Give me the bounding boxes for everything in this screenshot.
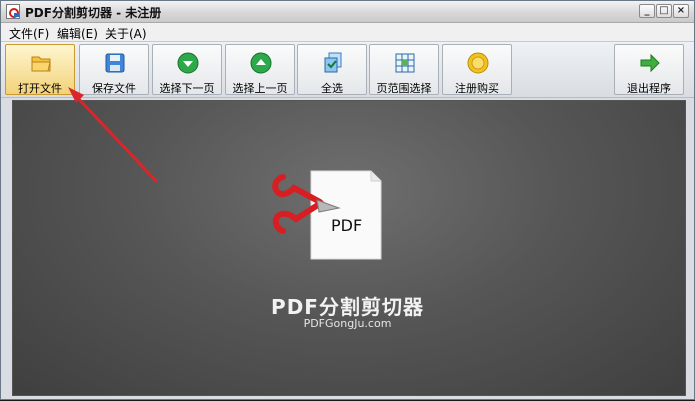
menu-about[interactable]: 关于(A) <box>105 25 147 42</box>
open-file-label: 打开文件 <box>18 82 62 95</box>
maximize-button[interactable]: □ <box>656 4 672 18</box>
arrow-down-circle-icon <box>177 52 199 74</box>
save-file-button[interactable]: 保存文件 <box>79 44 149 95</box>
coin-icon <box>467 52 489 74</box>
minimize-button[interactable]: _ <box>639 4 655 18</box>
next-page-label: 选择下一页 <box>159 82 215 95</box>
app-window: PDF分割剪切器 - 未注册 _ □ × 文件(F) 编辑(E) 关于(A) 打… <box>0 0 695 400</box>
toolbar: 打开文件 保存文件 选择下一页 选择上一页 全选 页范围选择 注册购买 退出程序 <box>1 42 694 98</box>
product-name: PDF分割剪切器 <box>271 295 424 319</box>
window-title: PDF分割剪切器 - 未注册 <box>25 6 162 20</box>
menu-file[interactable]: 文件(F) <box>9 25 49 42</box>
app-icon <box>6 4 20 19</box>
grid-icon <box>395 53 415 73</box>
floppy-icon <box>105 53 125 73</box>
previous-page-label: 选择上一页 <box>232 82 288 95</box>
select-all-label: 全选 <box>321 82 343 95</box>
menu-edit[interactable]: 编辑(E) <box>57 25 98 42</box>
exit-label: 退出程序 <box>627 82 671 95</box>
previous-page-button[interactable]: 选择上一页 <box>225 44 295 95</box>
scissors-pdf-logo: PDF <box>272 170 382 260</box>
page-range-label: 页范围选择 <box>376 82 432 95</box>
arrow-up-circle-icon <box>250 52 272 74</box>
close-button[interactable]: × <box>673 4 689 18</box>
logo-pdf-text: PDF <box>331 216 362 235</box>
select-all-button[interactable]: 全选 <box>297 44 367 95</box>
register-purchase-button[interactable]: 注册购买 <box>442 44 512 95</box>
title-bar[interactable]: PDF分割剪切器 - 未注册 _ □ × <box>1 1 694 23</box>
pages-icon <box>324 52 342 73</box>
menu-bar: 文件(F) 编辑(E) 关于(A) <box>1 23 694 42</box>
save-file-label: 保存文件 <box>92 82 136 95</box>
product-url: PDFGongJu.com <box>303 317 392 330</box>
folder-icon <box>31 56 51 72</box>
open-file-button[interactable]: 打开文件 <box>5 44 75 95</box>
page-range-button[interactable]: 页范围选择 <box>369 44 439 95</box>
register-purchase-label: 注册购买 <box>455 82 499 95</box>
exit-arrow-icon <box>640 53 660 73</box>
exit-button[interactable]: 退出程序 <box>614 44 684 95</box>
next-page-button[interactable]: 选择下一页 <box>152 44 222 95</box>
